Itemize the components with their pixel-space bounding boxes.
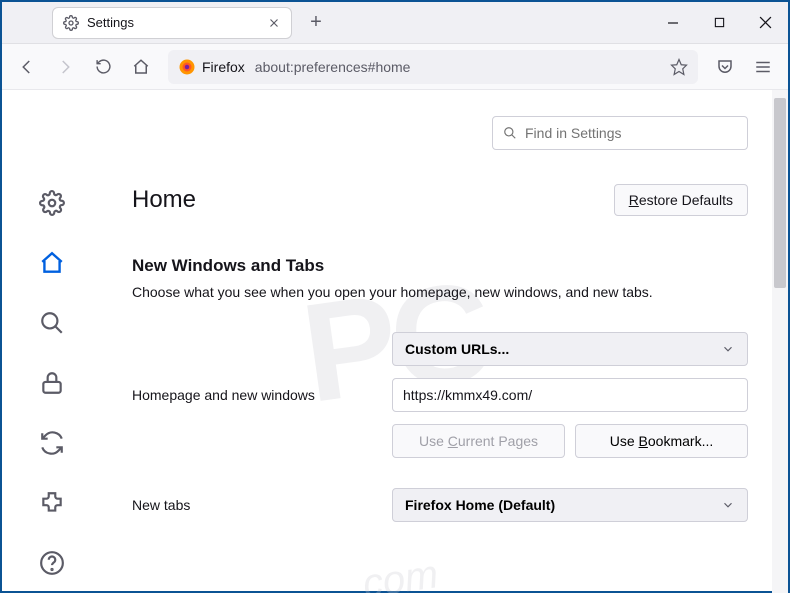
url-text: about:preferences#home xyxy=(255,59,411,75)
url-prefix: Firefox xyxy=(202,59,245,75)
chevron-down-icon xyxy=(721,498,735,512)
restore-defaults-button[interactable]: Restore Defaults xyxy=(614,184,748,216)
section-heading: New Windows and Tabs xyxy=(132,256,748,276)
new-tab-button[interactable]: + xyxy=(302,9,330,37)
titlebar: Settings + xyxy=(2,2,788,44)
browser-tab[interactable]: Settings xyxy=(52,7,292,39)
chevron-down-icon xyxy=(721,342,735,356)
content-area: PC .com Find in Settings Home Restore De… xyxy=(2,90,788,593)
section-description: Choose what you see when you open your h… xyxy=(132,284,748,300)
toolbar: Firefox about:preferences#home xyxy=(2,44,788,90)
gear-icon xyxy=(63,15,79,31)
menu-button[interactable] xyxy=(746,50,780,84)
sidebar-general-icon[interactable] xyxy=(39,190,65,216)
search-icon xyxy=(503,126,517,140)
tab-title: Settings xyxy=(87,15,259,30)
page-title: Home xyxy=(132,186,196,214)
search-placeholder: Find in Settings xyxy=(525,125,622,141)
newtabs-label: New tabs xyxy=(132,497,392,513)
use-current-pages-button[interactable]: Use Current Pages xyxy=(392,424,565,458)
scrollbar[interactable] xyxy=(772,90,788,593)
sidebar-extensions-icon[interactable] xyxy=(39,490,65,516)
sidebar-privacy-icon[interactable] xyxy=(39,370,65,396)
sidebar xyxy=(2,90,102,593)
firefox-badge: Firefox xyxy=(178,58,245,76)
use-bookmark-button[interactable]: Use Bookmark... xyxy=(575,424,748,458)
scrollbar-thumb[interactable] xyxy=(774,98,786,288)
forward-button[interactable] xyxy=(48,50,82,84)
settings-search[interactable]: Find in Settings xyxy=(492,116,748,150)
homepage-mode-select[interactable]: Custom URLs... xyxy=(392,332,748,366)
homepage-url-input[interactable] xyxy=(392,378,748,412)
select-value: Custom URLs... xyxy=(405,341,509,357)
window-controls xyxy=(650,2,788,44)
maximize-button[interactable] xyxy=(696,2,742,44)
pocket-button[interactable] xyxy=(708,50,742,84)
bookmark-star-icon[interactable] xyxy=(670,58,688,76)
homepage-label: Homepage and new windows xyxy=(132,387,392,403)
sidebar-search-icon[interactable] xyxy=(39,310,65,336)
reload-button[interactable] xyxy=(86,50,120,84)
sidebar-help-icon[interactable] xyxy=(39,550,65,576)
home-button[interactable] xyxy=(124,50,158,84)
sidebar-sync-icon[interactable] xyxy=(39,430,65,456)
url-bar[interactable]: Firefox about:preferences#home xyxy=(168,50,698,84)
close-icon[interactable] xyxy=(267,16,281,30)
sidebar-home-icon[interactable] xyxy=(39,250,65,276)
newtabs-select[interactable]: Firefox Home (Default) xyxy=(392,488,748,522)
minimize-button[interactable] xyxy=(650,2,696,44)
back-button[interactable] xyxy=(10,50,44,84)
main-panel: Find in Settings Home Restore Defaults N… xyxy=(102,90,788,593)
firefox-icon xyxy=(178,58,196,76)
close-window-button[interactable] xyxy=(742,2,788,44)
select-value: Firefox Home (Default) xyxy=(405,497,555,513)
